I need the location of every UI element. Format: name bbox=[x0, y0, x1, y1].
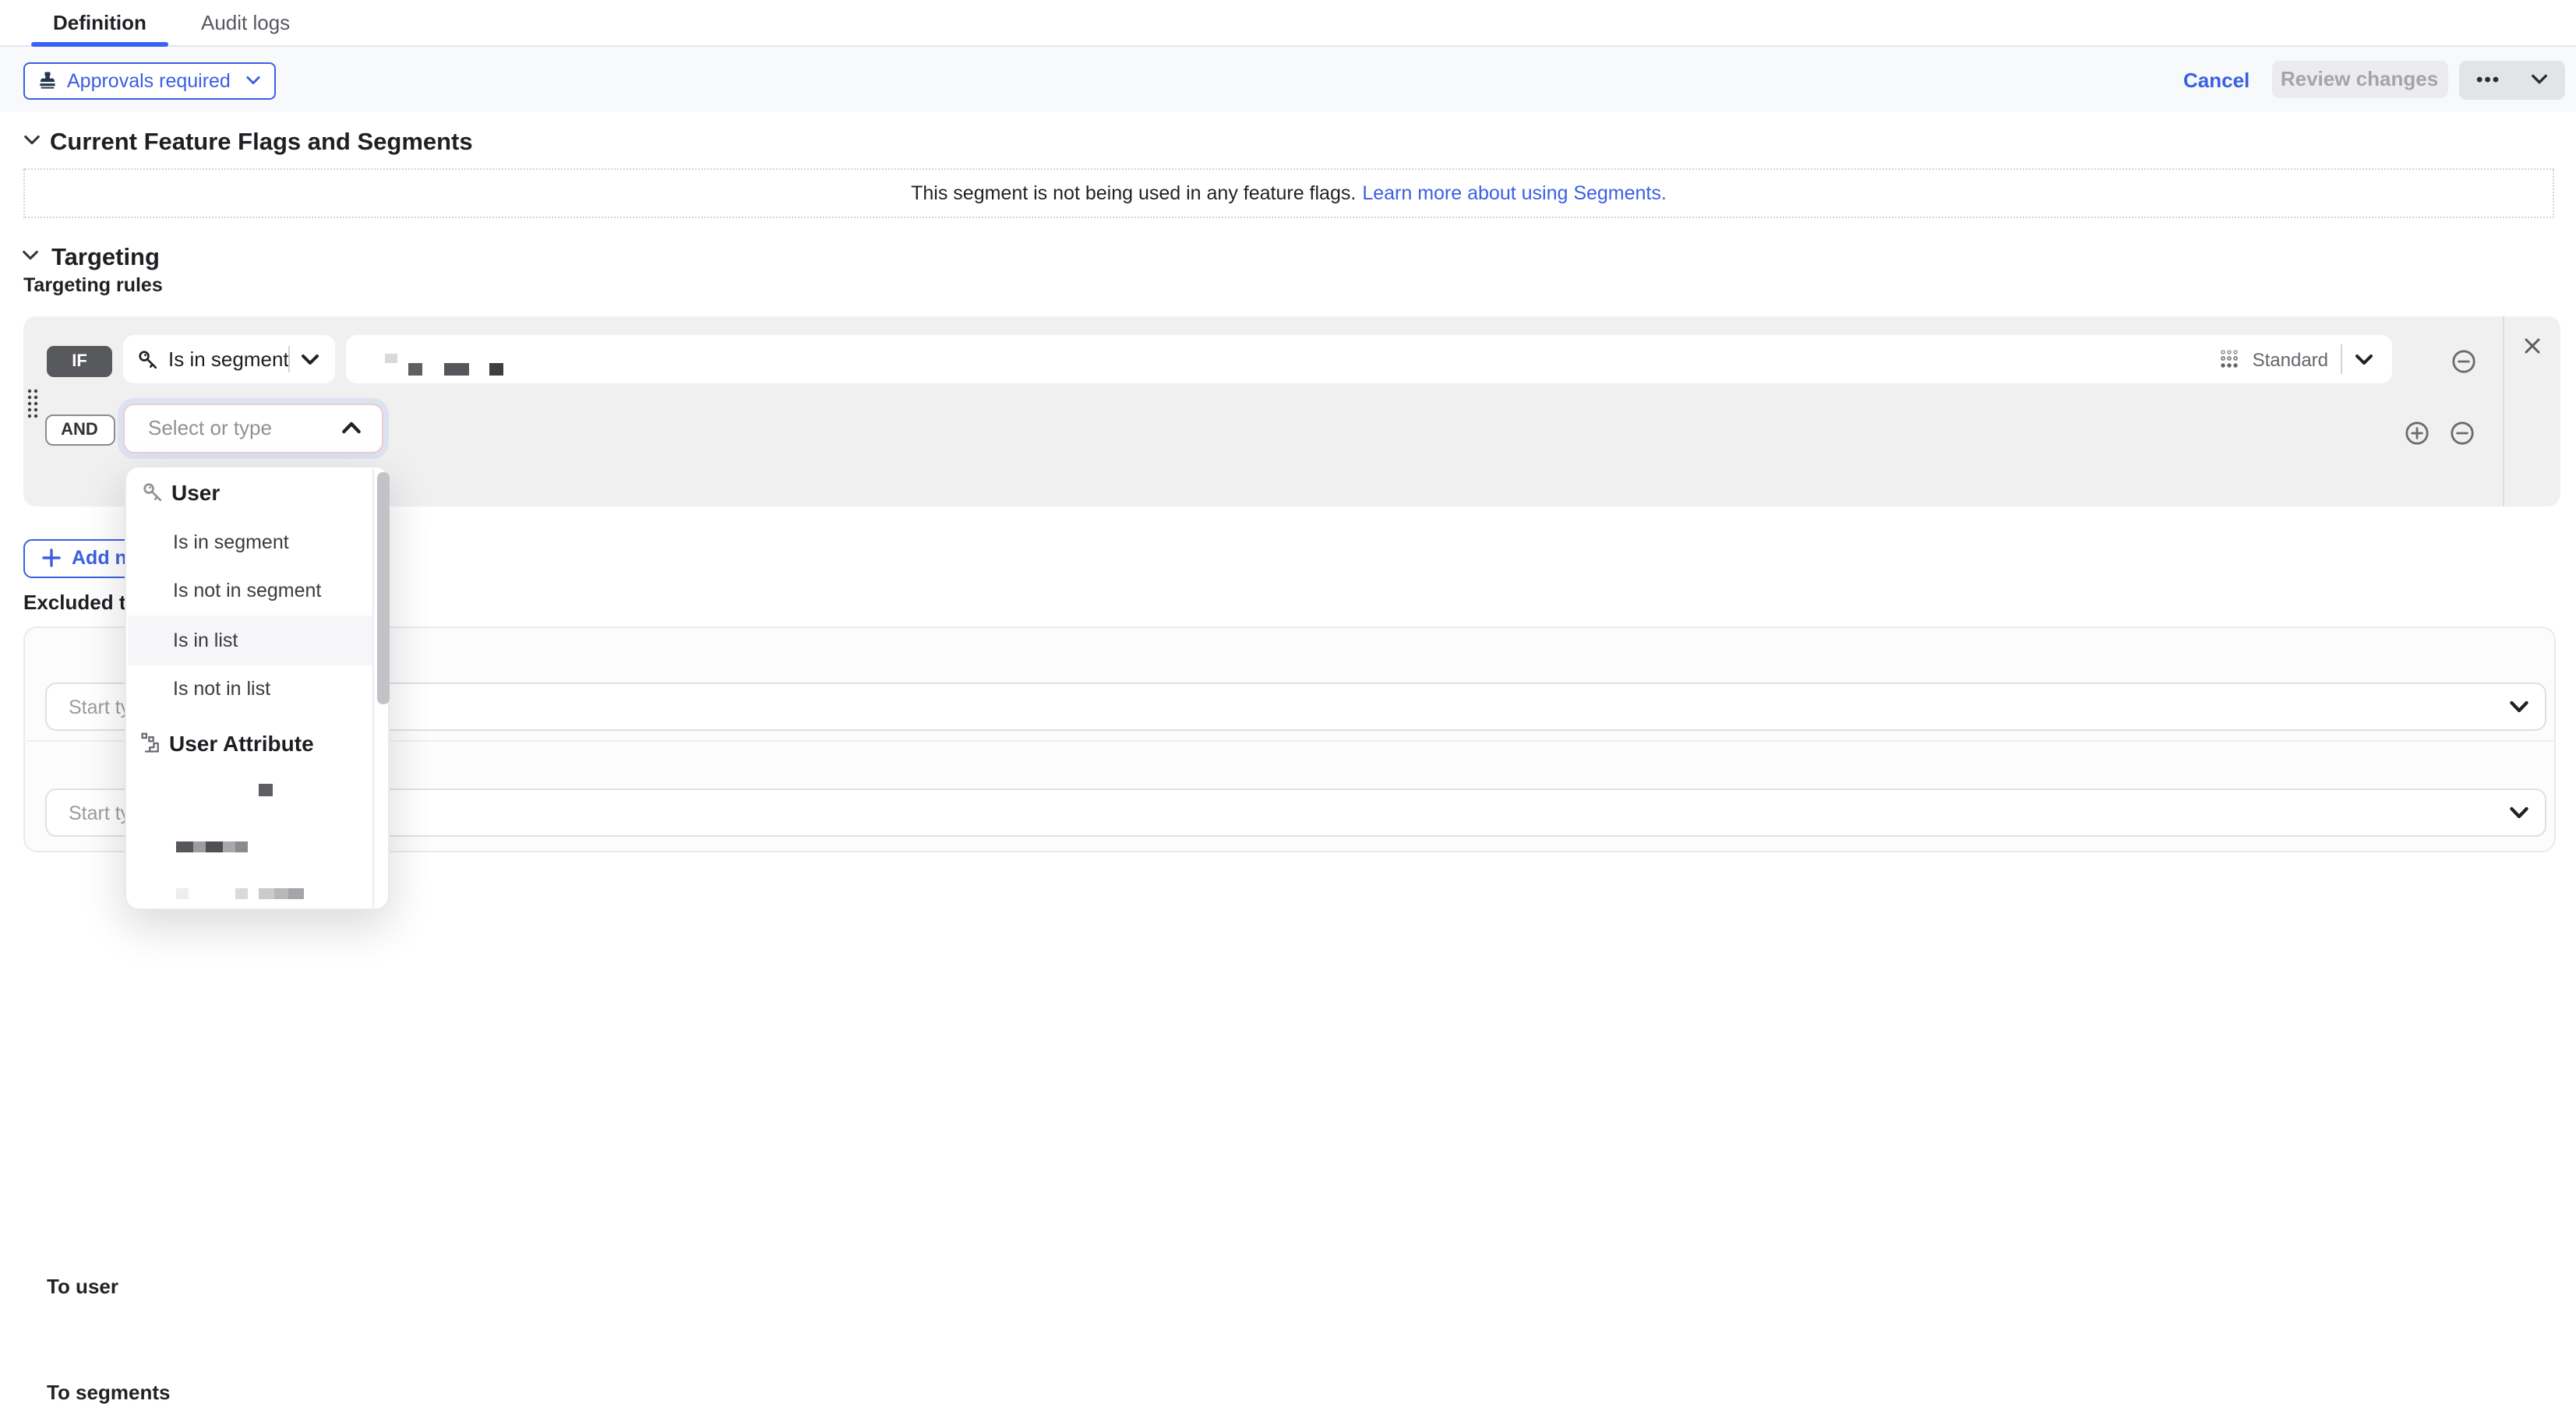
add-clause-button[interactable] bbox=[2404, 420, 2429, 445]
close-icon[interactable] bbox=[2525, 338, 2540, 354]
to-segments-input-field[interactable] bbox=[65, 800, 2508, 825]
approvals-required-label: Approvals required bbox=[67, 70, 231, 92]
scrollbar-thumb[interactable] bbox=[377, 472, 389, 704]
redacted-block bbox=[259, 783, 273, 796]
to-segments-label: To segments bbox=[47, 1381, 170, 1404]
redacted-block bbox=[176, 887, 189, 899]
redacted-block bbox=[258, 887, 303, 899]
more-actions-button[interactable]: ••• bbox=[2459, 61, 2565, 99]
if-badge: IF bbox=[47, 345, 112, 376]
ellipsis-icon: ••• bbox=[2476, 69, 2500, 91]
collapse-chevron-icon[interactable] bbox=[22, 249, 39, 262]
to-user-label: To user bbox=[47, 1275, 118, 1298]
collapse-chevron-icon[interactable] bbox=[23, 134, 41, 146]
flags-section-title: Current Feature Flags and Segments bbox=[50, 129, 473, 157]
divider bbox=[2341, 344, 2342, 374]
active-tab-underline bbox=[31, 41, 168, 46]
redacted-block bbox=[408, 363, 422, 375]
menu-group-user-label: User bbox=[171, 480, 220, 505]
menu-option-is-in-list[interactable]: Is in list bbox=[126, 616, 371, 664]
menu-group-user-attribute-label: User Attribute bbox=[169, 731, 314, 756]
excluded-targets-card: To user To segments bbox=[23, 626, 2556, 852]
rule-card-divider bbox=[2503, 316, 2504, 506]
clause-combobox-input[interactable] bbox=[145, 415, 351, 442]
remove-clause-button[interactable] bbox=[2449, 420, 2474, 445]
to-user-input[interactable] bbox=[45, 683, 2546, 731]
operator-value: Is in segment bbox=[168, 347, 289, 371]
redacted-block bbox=[489, 363, 503, 375]
targeting-rules-label: Targeting rules bbox=[23, 274, 163, 296]
stamp-icon bbox=[37, 71, 58, 91]
plus-icon bbox=[42, 549, 61, 568]
rollout-value: Standard bbox=[2253, 348, 2328, 370]
menu-option-is-not-in-list[interactable]: Is not in list bbox=[126, 664, 371, 712]
menu-option-is-in-segment[interactable]: Is in segment bbox=[126, 517, 371, 566]
menu-group-user-attribute: User Attribute bbox=[139, 731, 314, 756]
card-row-divider bbox=[26, 740, 2554, 742]
targeting-section-title: Targeting bbox=[51, 245, 160, 273]
key-icon bbox=[137, 348, 159, 370]
tab-definition[interactable]: Definition bbox=[53, 0, 146, 47]
learn-more-link[interactable]: Learn more about using Segments. bbox=[1362, 182, 1667, 204]
tab-audit-logs[interactable]: Audit logs bbox=[201, 0, 290, 47]
chevron-down-icon bbox=[2508, 700, 2528, 714]
menu-group-user: User bbox=[142, 480, 220, 505]
redacted-block bbox=[444, 363, 469, 375]
no-flags-message-box: This segment is not being used in any fe… bbox=[23, 168, 2554, 218]
no-flags-message: This segment is not being used in any fe… bbox=[911, 182, 1356, 204]
tab-bar: Definition Audit logs bbox=[0, 0, 2576, 47]
rule-value-box[interactable]: Standard bbox=[345, 335, 2392, 383]
redacted-block bbox=[385, 354, 397, 363]
redacted-block bbox=[235, 887, 247, 899]
cancel-button[interactable]: Cancel bbox=[2183, 69, 2250, 92]
rollout-grid-dots-icon bbox=[2220, 349, 2240, 369]
chevron-down-icon bbox=[2508, 806, 2528, 820]
remove-clause-button[interactable] bbox=[2451, 348, 2475, 373]
chevron-down-icon bbox=[246, 76, 260, 86]
operator-select[interactable]: Is in segment bbox=[123, 335, 335, 383]
redacted-block bbox=[176, 841, 248, 852]
attribute-icon bbox=[139, 732, 161, 754]
and-badge: AND bbox=[44, 414, 115, 445]
review-changes-button[interactable]: Review changes bbox=[2271, 61, 2447, 97]
clause-combobox[interactable] bbox=[123, 403, 383, 453]
chevron-up-icon bbox=[341, 420, 362, 434]
scrollbar-track bbox=[372, 469, 373, 910]
key-icon bbox=[142, 482, 164, 503]
chevron-down-icon bbox=[2531, 74, 2548, 86]
to-user-input-field[interactable] bbox=[65, 694, 2508, 719]
chevron-down-icon bbox=[2355, 353, 2373, 365]
chevron-down-icon bbox=[301, 354, 319, 366]
operator-dropdown-menu: User Is in segment Is not in segment Is … bbox=[125, 466, 390, 910]
menu-option-is-not-in-segment[interactable]: Is not in segment bbox=[126, 566, 371, 614]
to-segments-input[interactable] bbox=[45, 788, 2546, 837]
segment-definition-page: Definition Audit logs Approvals required… bbox=[0, 0, 2576, 982]
drag-handle-icon[interactable] bbox=[26, 388, 38, 422]
divider bbox=[288, 346, 290, 372]
rollout-select[interactable]: Standard bbox=[2220, 335, 2373, 383]
approvals-required-button[interactable]: Approvals required bbox=[23, 62, 276, 99]
